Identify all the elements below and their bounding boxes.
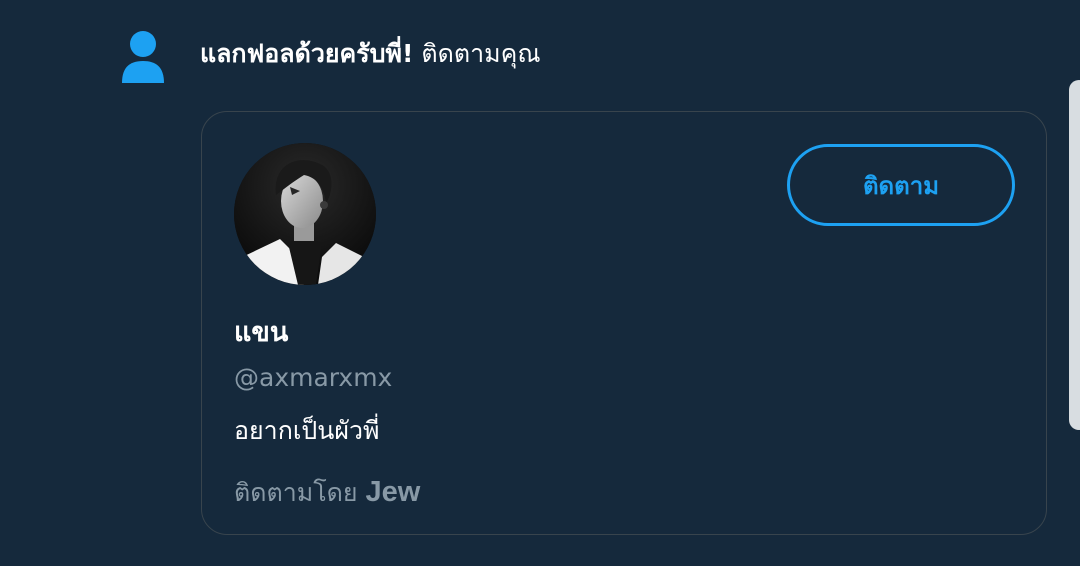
notification-actor-name[interactable]: แลกฟอลด้วยครับพี่! [200, 39, 413, 68]
followed-by-prefix: ติดตามโดย [234, 478, 358, 507]
user-card[interactable]: ติดตาม แขน @axmarxmx อยากเป็นผัวพี่ ติดต… [201, 111, 1047, 535]
display-name[interactable]: แขน [234, 313, 288, 353]
scrollbar-thumb[interactable] [1069, 80, 1080, 430]
user-bio: อยากเป็นผัวพี่ [234, 416, 380, 445]
user-handle[interactable]: @axmarxmx [234, 358, 392, 398]
user-avatar[interactable] [234, 143, 376, 285]
notification-text: แลกฟอลด้วยครับพี่! ติดตามคุณ [200, 34, 541, 74]
followed-by-name[interactable]: Jew [366, 476, 421, 508]
followed-by-line: ติดตามโดย Jew [234, 472, 420, 513]
notification-action: ติดตามคุณ [413, 39, 541, 68]
person-icon [119, 29, 167, 85]
follow-button[interactable]: ติดตาม [787, 144, 1015, 226]
